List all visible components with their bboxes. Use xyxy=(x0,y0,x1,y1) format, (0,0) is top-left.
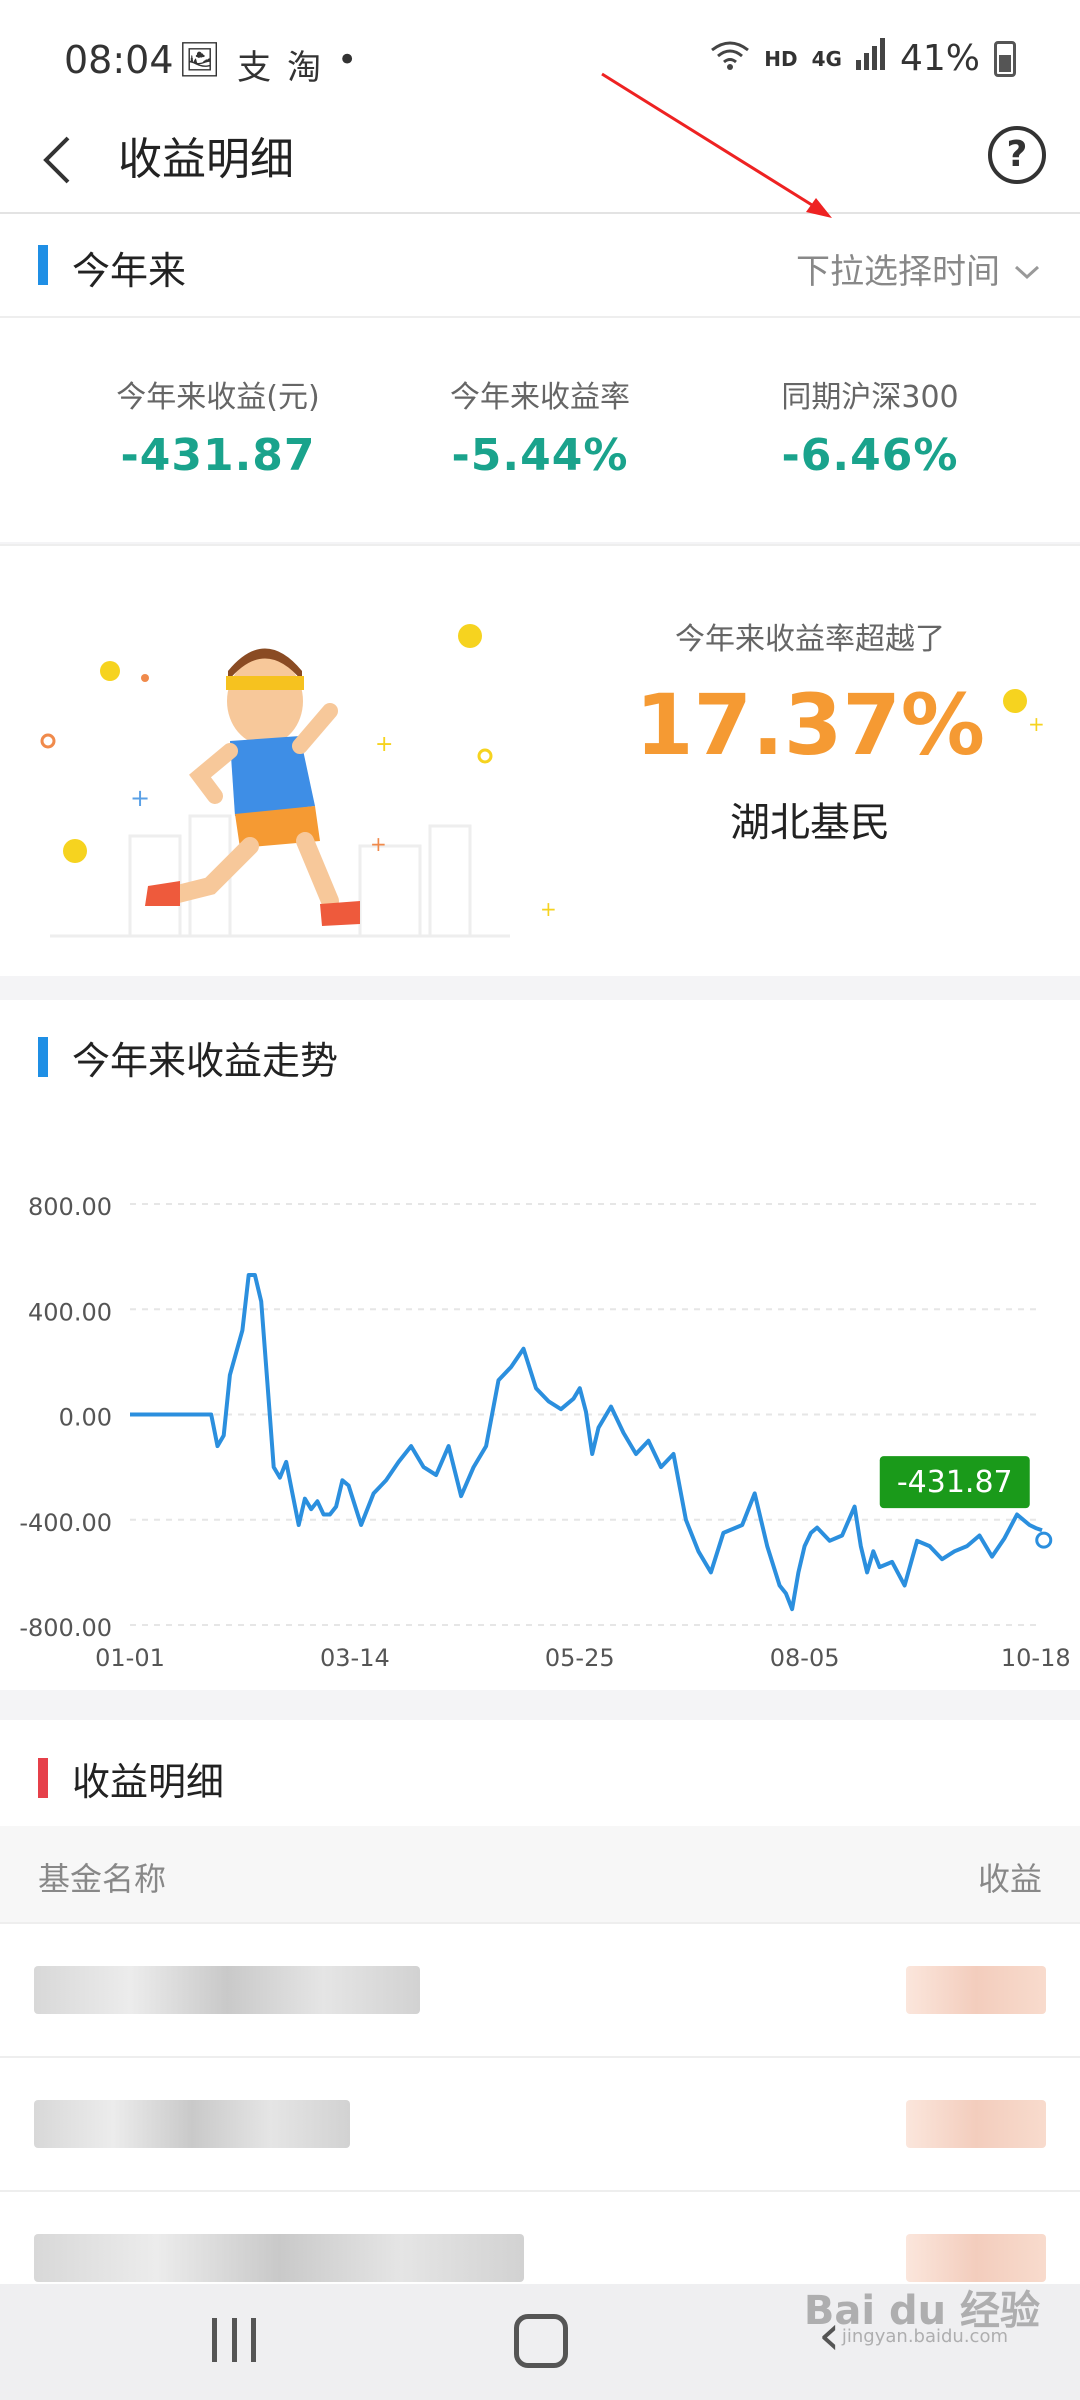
system-icons: HD 4G 41% xyxy=(710,38,1016,79)
back-button[interactable] xyxy=(38,130,78,190)
trend-section: 今年来收益走势 800.00 400.00 0.00 -400.00 -800.00 01… xyxy=(0,1000,1080,1690)
svg-text:+: + xyxy=(375,732,393,757)
runner-illustration: + + + + xyxy=(40,624,557,938)
svg-text:+: + xyxy=(540,897,557,921)
chevron-down-icon xyxy=(1014,249,1040,289)
stat-hs300: 同期沪深300 -6.46% xyxy=(690,372,1050,481)
column-fund-name: 基金名称 xyxy=(38,1860,167,1898)
taobao-icon: 淘 xyxy=(287,48,322,88)
ranking-percent: 17.37% xyxy=(635,676,985,774)
home-button[interactable] xyxy=(514,2314,568,2368)
status-bar: 08:04 🖼 支 淘 • HD 4G 41% xyxy=(0,0,1080,110)
profit-redacted xyxy=(906,2234,1046,2282)
detail-section: 收益明细 基金名称 收益 xyxy=(0,1720,1080,2285)
dot-icon: • xyxy=(337,40,358,80)
profit-redacted xyxy=(906,2100,1046,2148)
svg-text:+: + xyxy=(130,784,150,812)
signal-icon xyxy=(855,38,886,79)
svg-text:+: + xyxy=(370,832,387,856)
gallery-icon: 🖼 xyxy=(178,40,222,80)
wifi-icon xyxy=(710,38,750,79)
stat-label: 今年来收益率 xyxy=(450,380,630,415)
alipay-icon: 支 xyxy=(237,48,272,88)
y-tick-label: 800.00 xyxy=(28,1193,112,1221)
stat-label: 同期沪深300 xyxy=(781,380,959,415)
stat-value: -6.46% xyxy=(781,430,959,481)
ranking-description: 今年来收益率超越了 xyxy=(675,622,945,657)
value-label: -431.87 xyxy=(897,1465,1013,1500)
svg-text:+: + xyxy=(1028,712,1045,736)
detail-title: 收益明细 xyxy=(72,1760,225,1804)
ranking-card: + + + + + 今年来收益率超越了 17.37% 湖北基民 xyxy=(0,544,1080,976)
y-tick-label: -800.00 xyxy=(19,1614,112,1642)
status-time: 08:04 xyxy=(64,38,174,82)
x-tick-label: 10-18 xyxy=(1001,1644,1071,1672)
y-tick-label: -400.00 xyxy=(19,1509,112,1537)
fund-name-redacted xyxy=(34,2234,524,2282)
range-title: 今年来 xyxy=(72,249,187,293)
table-header: 基金名称 收益 xyxy=(0,1826,1080,1924)
table-row[interactable] xyxy=(0,2058,1080,2192)
stat-ytd-profit: 今年来收益(元) -431.87 xyxy=(38,372,398,481)
network-gen: 4G xyxy=(811,46,842,71)
y-tick-label: 0.00 xyxy=(59,1404,112,1432)
notification-icons: 🖼 支 淘 • xyxy=(178,40,357,89)
help-button[interactable]: ? xyxy=(988,126,1046,184)
battery-percent: 41% xyxy=(899,38,980,79)
trend-chart[interactable]: 800.00 400.00 0.00 -400.00 -800.0001-01 03-14… xyxy=(0,1000,1080,1690)
network-type: HD xyxy=(764,46,798,71)
current-point xyxy=(1035,1531,1053,1549)
range-section: 今年来 下拉选择时间 xyxy=(0,214,1080,318)
column-profit: 收益 xyxy=(977,1860,1042,1898)
fund-name-redacted xyxy=(34,1966,420,2014)
page-title: 收益明细 xyxy=(118,134,294,185)
time-range-label: 下拉选择时间 xyxy=(796,252,1000,292)
battery-icon xyxy=(994,40,1016,77)
section-marker xyxy=(38,245,48,285)
x-tick-label: 08-05 xyxy=(770,1644,840,1672)
stats-panel: 今年来收益(元) -431.87 今年来收益率 -5.44% 同期沪深300 -… xyxy=(0,318,1080,542)
app-bar: 收益明细 ? xyxy=(0,110,1080,214)
stat-value: -5.44% xyxy=(451,430,629,481)
ranking-group: 湖北基民 xyxy=(730,800,890,846)
x-tick-label: 03-14 xyxy=(320,1644,390,1672)
x-tick-label: 01-01 xyxy=(95,1644,165,1672)
section-marker xyxy=(38,1758,48,1798)
x-tick-label: 05-25 xyxy=(545,1644,615,1672)
table-row[interactable] xyxy=(0,1924,1080,2058)
recent-apps-button[interactable] xyxy=(212,2318,256,2362)
watermark-url: jingyan.baidu.com xyxy=(841,2326,1008,2347)
y-tick-label: 400.00 xyxy=(28,1298,112,1326)
stat-ytd-rate: 今年来收益率 -5.44% xyxy=(360,372,720,481)
stat-value: -431.87 xyxy=(120,430,316,481)
time-range-dropdown[interactable]: 下拉选择时间 xyxy=(796,244,1040,293)
stat-label: 今年来收益(元) xyxy=(116,380,320,415)
profit-redacted xyxy=(906,1966,1046,2014)
profit-line xyxy=(130,1273,1043,1612)
fund-name-redacted xyxy=(34,2100,350,2148)
